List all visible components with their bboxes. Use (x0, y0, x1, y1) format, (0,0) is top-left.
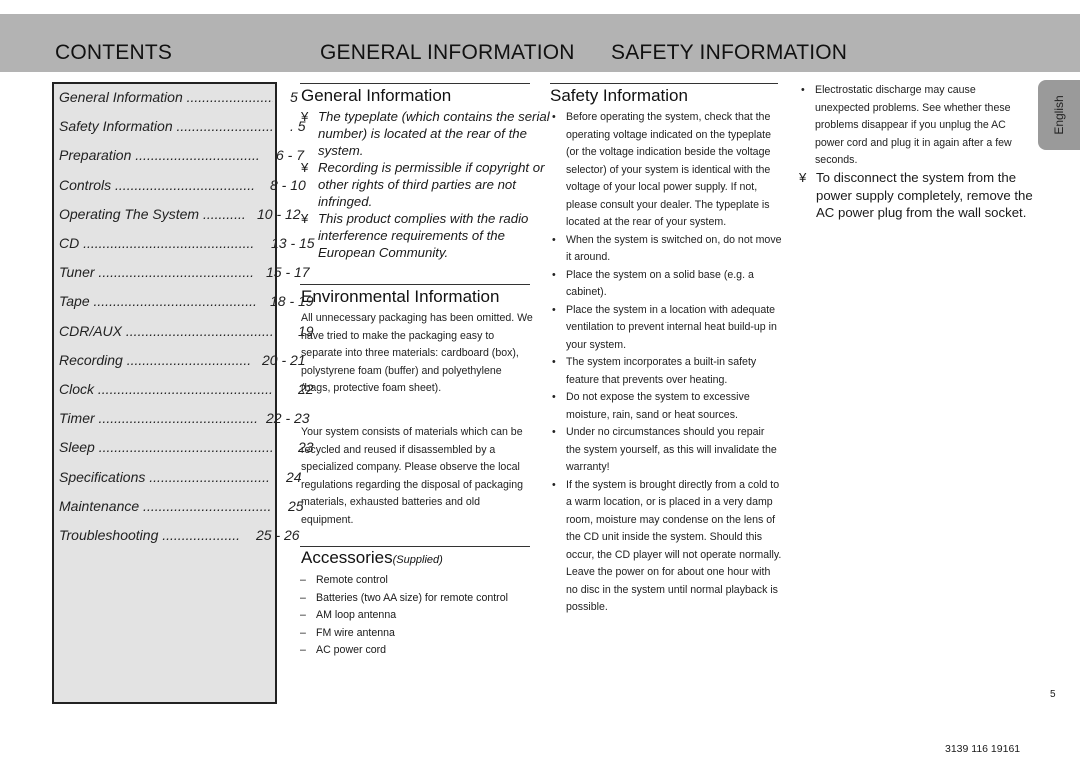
toc-entry[interactable]: CD .....................................… (59, 235, 359, 251)
toc-entry-page: 5 (290, 89, 298, 105)
list-item: • If the system is brought directly from … (552, 478, 782, 614)
bullet-icon: • (552, 426, 556, 438)
dash-icon: – (300, 644, 306, 656)
list-item: – Batteries (two AA size) for remote cont… (300, 590, 530, 608)
toc-entry-label: Preparation ............................… (59, 147, 260, 164)
dash-icon: – (300, 609, 306, 621)
safety-information-list-continued: • Electrostatic discharge may cause unexp… (799, 82, 1031, 170)
section-divider (300, 284, 530, 285)
dash-icon: – (300, 574, 306, 586)
general-information-heading: GENERAL INFORMATION (320, 41, 575, 64)
list-item: • Place the system on a solid base (e.g. … (552, 268, 754, 299)
toc-entry-label: Timer ..................................… (59, 410, 259, 427)
section-divider (300, 546, 530, 547)
toc-entry-label: Maintenance ............................… (59, 497, 272, 514)
section-divider (300, 83, 530, 84)
list-item: • Place the system in a location with ade… (552, 303, 777, 351)
list-item: – AM loop antenna (300, 607, 530, 625)
bullet-icon: ¥ (799, 170, 807, 185)
toc-entry-label: Tuner ..................................… (59, 264, 255, 281)
list-item: – FM wire antenna (300, 625, 530, 643)
toc-entry-label: Operating The System ........... (59, 205, 246, 222)
toc-entry-page: 24 (286, 468, 302, 485)
list-item: – Remote control (300, 572, 530, 590)
bullet-icon: • (552, 111, 556, 123)
accessories-list: – Remote control – Batteries (two AA size)… (300, 572, 530, 660)
toc-entry-page: 18 - 19 (270, 293, 314, 310)
toc-entry-label: Clock ..................................… (59, 381, 273, 397)
toc-entry-label: Specifications .........................… (59, 468, 270, 485)
toc-entry-page: 10 - 12 (257, 205, 301, 222)
toc-entry[interactable]: Tape ...................................… (59, 293, 359, 309)
list-item: • The system incorporates a built-in safe… (552, 356, 757, 386)
bullet-icon: • (552, 356, 556, 368)
bullet-icon: • (552, 391, 556, 403)
toc-entry[interactable]: Recording ..............................… (59, 352, 359, 368)
toc-entry-label: CDR/AUX ................................… (59, 322, 273, 339)
bullet-icon: • (801, 84, 805, 96)
toc-entry-label: Recording ..............................… (59, 351, 252, 368)
document-code: 3139 116 19161 (945, 743, 1021, 755)
accessories-title: Accessories(Supplied) (301, 548, 443, 567)
toc-entry-label: Controls ...............................… (59, 176, 256, 193)
list-item: • Electrostatic discharge may cause unexp… (801, 84, 1012, 166)
toc-entry-page: 6 - 7 (276, 147, 305, 164)
toc-entry-page: 22 - 23 (266, 410, 310, 427)
language-tab: English (1038, 80, 1080, 150)
safety-information-title: Safety Information (550, 86, 688, 105)
toc-entry[interactable]: Sleep ..................................… (59, 439, 359, 455)
toc-entry-label: Safety Information .....................… (59, 118, 273, 135)
safety-information-heading: SAFETY INFORMATION (611, 41, 848, 64)
page-number: 5 (1050, 689, 1056, 700)
list-item: – AC power cord (300, 642, 530, 660)
toc-entry-page: 25 (288, 497, 304, 514)
toc-entry-page: 19 (298, 322, 314, 339)
bullet-icon: • (552, 268, 556, 281)
toc-entry-page: 23 (298, 439, 314, 456)
safety-information-list: • Before operating the system, check that… (550, 109, 782, 617)
toc-entry-page: 20 - 21 (262, 351, 306, 368)
toc-entry-page: 15 - 17 (266, 264, 310, 281)
toc-entry[interactable]: Specifications .........................… (59, 469, 359, 485)
dash-icon: – (300, 591, 306, 604)
accessories-subtitle: (Supplied) (392, 554, 443, 566)
toc-entry-page: 13 - 15 (271, 235, 315, 251)
toc-entry[interactable]: Controls ...............................… (59, 177, 359, 193)
toc-entry[interactable]: Clock ..................................… (59, 381, 359, 397)
toc-entry[interactable]: General Information ....................… (59, 89, 359, 105)
list-item: • Before operating the system, check that… (552, 111, 771, 228)
toc-entry[interactable]: Tuner ..................................… (59, 264, 359, 280)
toc-entry[interactable]: Maintenance ............................… (59, 498, 359, 514)
toc-entry[interactable]: Operating The System ........... 10 - 12 (59, 206, 359, 222)
bullet-icon: • (552, 233, 556, 246)
power-disconnect-note: ¥ To disconnect the system from the power… (799, 170, 1033, 220)
contents-heading: CONTENTS (55, 41, 173, 64)
toc-entry-page: . 5 (290, 118, 306, 135)
toc-entry-page: 8 - 10 (270, 176, 306, 193)
toc-entry-page: 22 (298, 381, 314, 397)
toc-entry-label: General Information ....................… (59, 89, 273, 105)
toc-entry-label: Tape ...................................… (59, 293, 257, 310)
toc-entry[interactable]: Timer ..................................… (59, 410, 359, 426)
section-divider (550, 83, 778, 84)
toc-entry[interactable]: Troubleshooting .................... 25 -… (59, 527, 359, 543)
toc-entry-label: Sleep ..................................… (59, 439, 273, 456)
bullet-icon: • (552, 478, 556, 491)
toc-entry-page: 25 - 26 (256, 527, 300, 543)
list-item: • Do not expose the system to excessive m… (552, 391, 750, 421)
list-item: • Under no circumstances should you repai… (552, 426, 777, 473)
bullet-icon: • (552, 303, 556, 316)
toc-entry[interactable]: Safety Information .....................… (59, 118, 359, 134)
toc-entry-label: CD .....................................… (59, 235, 255, 251)
toc-entry-label: Troubleshooting .................... (59, 527, 241, 543)
toc-entry[interactable]: CDR/AUX ................................… (59, 323, 359, 339)
toc-entry[interactable]: Preparation ............................… (59, 147, 359, 163)
dash-icon: – (300, 626, 306, 639)
list-item: • When the system is switched on, do not … (552, 233, 782, 264)
